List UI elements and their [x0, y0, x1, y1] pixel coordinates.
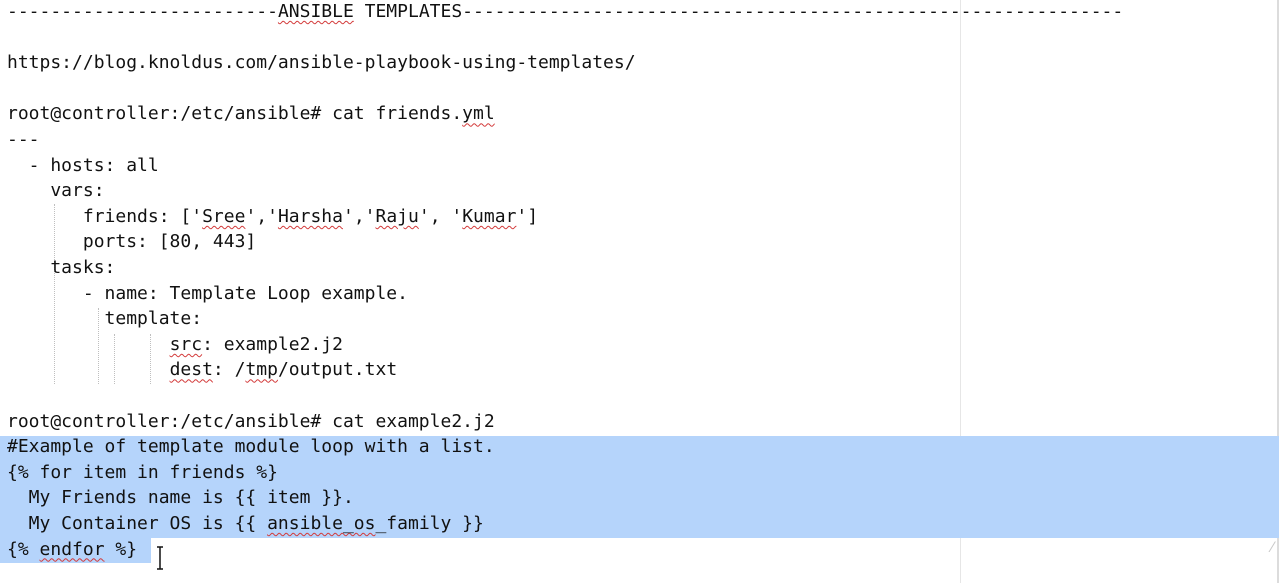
line-text: --- — [7, 129, 40, 150]
line-text: ',' — [245, 205, 278, 227]
spellcheck-flagged-word: Sree — [202, 205, 246, 227]
spellcheck-flagged-word: Harsha — [277, 205, 343, 227]
spellcheck-flagged-word: src — [169, 333, 203, 355]
line-text: My Container OS is {{ — [7, 513, 268, 534]
editor-line[interactable]: - hosts: all — [7, 153, 159, 179]
text-cursor-icon — [157, 546, 163, 570]
line-text: ------------------------- — [7, 1, 278, 22]
editor-line[interactable]: tasks: — [7, 255, 115, 281]
line-text: _family }} — [375, 513, 484, 534]
spellcheck-flagged-word: yml — [462, 103, 495, 125]
editor-line[interactable]: https://blog.knoldus.com/ansible-playboo… — [7, 50, 636, 76]
line-text: ', ' — [418, 205, 463, 227]
line-text: friends: [' — [7, 205, 203, 227]
line-text: : example2.j2 — [202, 333, 343, 355]
line-text — [7, 334, 170, 355]
line-text: : / — [212, 359, 246, 381]
editor-line[interactable]: #Example of template module loop with a … — [7, 434, 495, 460]
line-text: https://blog.knoldus.com/ansible-playboo… — [7, 52, 636, 74]
line-text: %} — [104, 538, 138, 560]
spellcheck-flagged-word: tmp — [245, 359, 278, 381]
line-text: root@controller:/etc/ansible# cat friend… — [7, 103, 463, 125]
line-text: ',' — [342, 205, 376, 227]
editor-line[interactable]: ports: [80, 443] — [7, 229, 256, 255]
spellcheck-flagged-word: dest — [169, 359, 213, 381]
editor-line[interactable]: {% endfor %} — [7, 537, 137, 563]
editor-line[interactable]: My Container OS is {{ ansible_os_family … — [7, 511, 484, 537]
spellcheck-flagged-word: Kumar — [462, 205, 517, 227]
line-text: ports: [80, 443] — [7, 231, 257, 253]
editor-line[interactable]: My Friends name is {{ item }}. — [7, 485, 354, 511]
line-text — [7, 359, 170, 380]
line-text: TEMPLATES-------------------------------… — [353, 1, 1124, 22]
spellcheck-flagged-word: endfor — [39, 538, 105, 560]
resize-grip-icon: ⁄ — [1271, 540, 1274, 556]
spellcheck-flagged-word: Raju — [375, 205, 419, 227]
line-text: '] — [516, 205, 539, 227]
editor-line[interactable]: template: — [7, 306, 203, 332]
editor-line[interactable]: src: example2.j2 — [7, 332, 343, 358]
line-text: My Friends name is {{ item }}. — [7, 487, 354, 509]
line-text: vars: — [7, 180, 105, 202]
spellcheck-flagged-word: ansible_os — [267, 513, 376, 534]
line-text: template: — [7, 308, 203, 330]
text-editor[interactable]: -------------------------ANSIBLE TEMPLAT… — [0, 0, 1279, 583]
editor-line[interactable]: - name: Template Loop example. — [7, 281, 408, 307]
editor-line[interactable]: {% for item in friends %} — [7, 460, 278, 486]
editor-line[interactable]: -------------------------ANSIBLE TEMPLAT… — [7, 0, 1123, 25]
line-text: {% — [7, 538, 40, 560]
editor-line[interactable]: vars: — [7, 178, 105, 204]
line-text: root@controller:/etc/ansible# cat exampl… — [7, 410, 495, 432]
editor-line[interactable]: dest: /tmp/output.txt — [7, 357, 398, 383]
editor-line[interactable]: --- — [7, 127, 40, 153]
line-text: #Example of template module loop with a … — [7, 436, 495, 458]
editor-line[interactable]: root@controller:/etc/ansible# cat exampl… — [7, 409, 495, 435]
line-text: {% for item in friends %} — [7, 461, 278, 483]
spellcheck-flagged-word: ANSIBLE — [277, 1, 354, 22]
line-text: - name: Template Loop example. — [7, 282, 408, 304]
line-text: - hosts: all — [7, 154, 159, 176]
editor-line[interactable]: root@controller:/etc/ansible# cat friend… — [7, 101, 495, 127]
line-text: /output.txt — [277, 359, 398, 381]
editor-line[interactable]: friends: ['Sree','Harsha','Raju', 'Kumar… — [7, 204, 538, 230]
line-text: tasks: — [7, 257, 116, 278]
